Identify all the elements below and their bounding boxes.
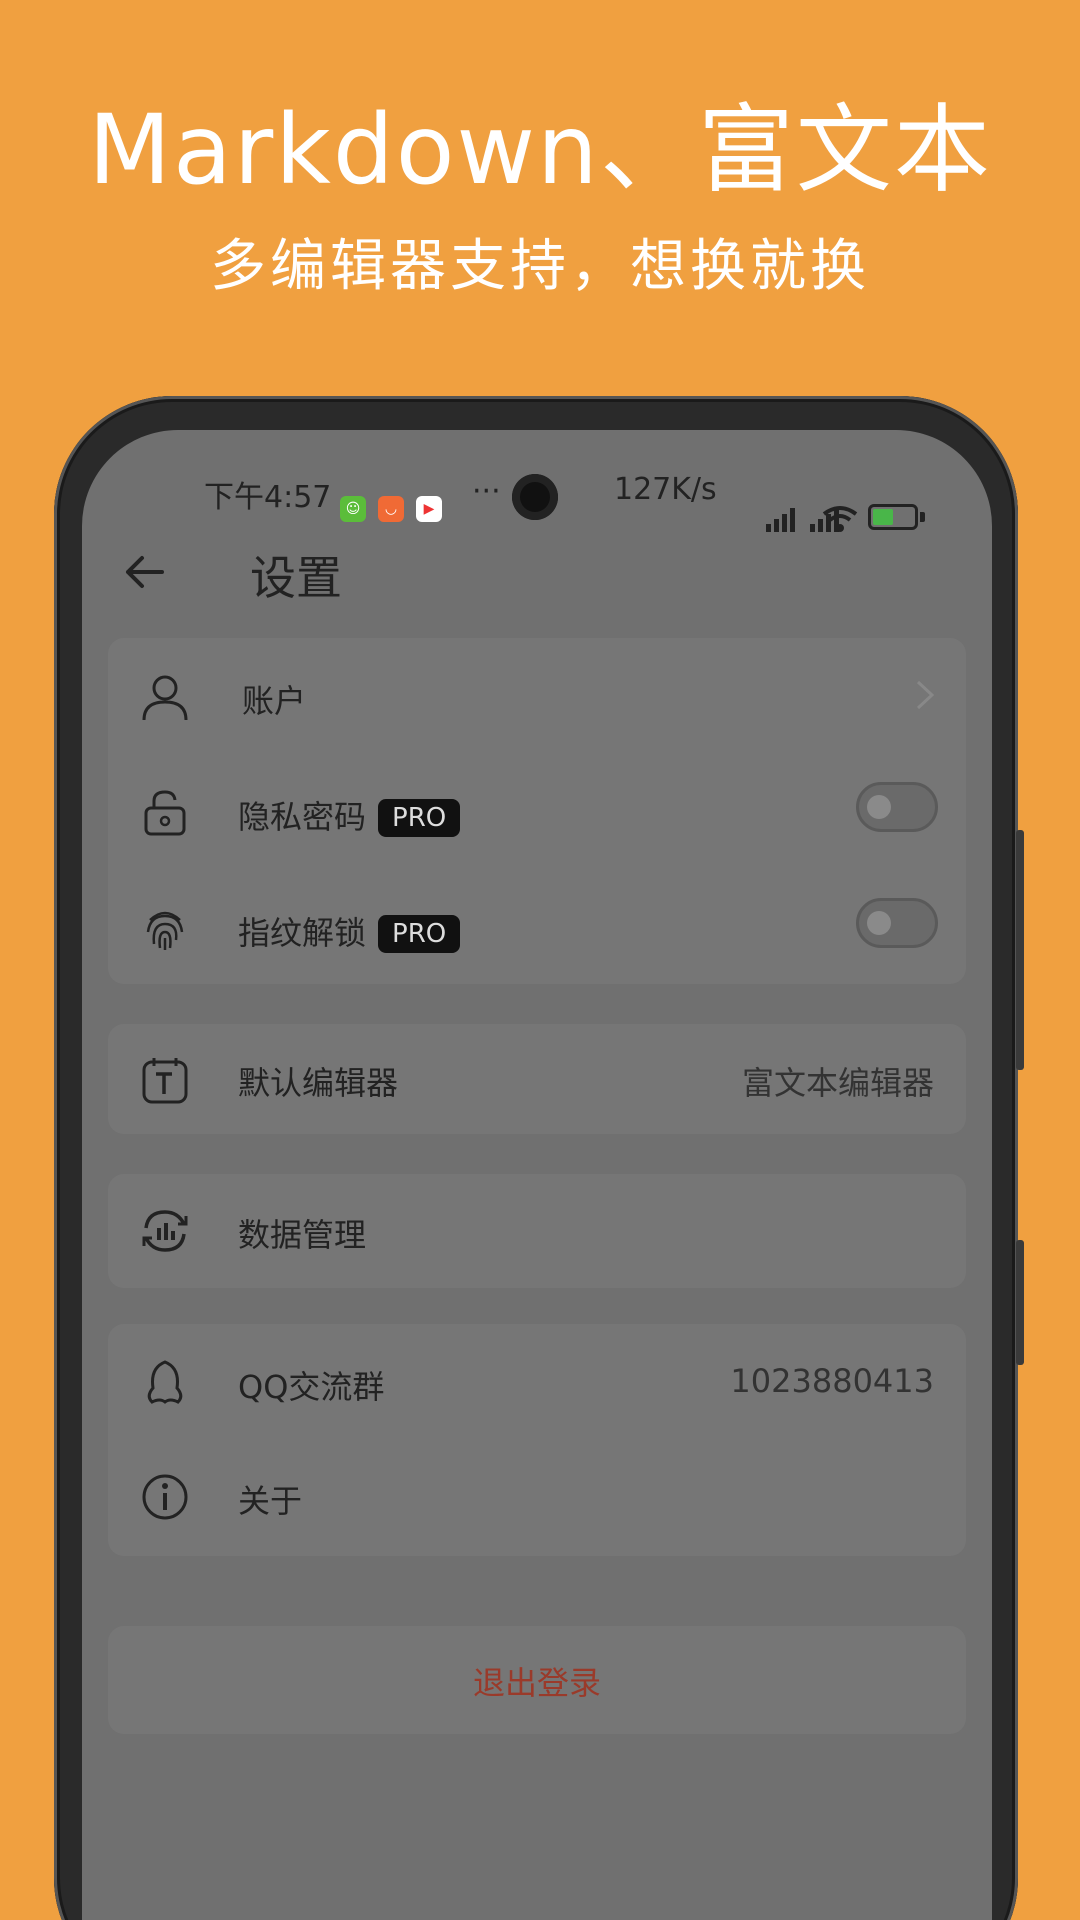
battery-icon <box>868 504 918 530</box>
status-more-icon: ··· <box>472 474 501 509</box>
battery-cap <box>920 512 925 522</box>
settings-row-default-editor[interactable]: 默认编辑器 富文本编辑器 <box>108 1028 966 1128</box>
settings-row-privacy-password: 隐私密码 PRO <box>108 762 966 862</box>
notification-app-icon: ☺ <box>340 496 366 522</box>
signal-icon-1 <box>766 508 795 532</box>
network-speed: 127K/s <box>614 472 717 507</box>
data-sync-icon <box>142 1210 188 1252</box>
promo-title: Markdown、富文本 <box>88 94 992 206</box>
settings-row-data-management[interactable]: 数据管理 <box>108 1180 966 1280</box>
chevron-right-icon <box>916 680 935 710</box>
back-arrow-icon[interactable] <box>122 550 166 594</box>
settings-row-about[interactable]: 关于 <box>108 1446 966 1546</box>
fingerprint-icon <box>146 911 184 950</box>
editor-card: 默认编辑器 富文本编辑器 <box>108 1024 966 1134</box>
qq-icon <box>147 1360 183 1404</box>
fingerprint-unlock-toggle[interactable] <box>856 898 938 948</box>
qq-group-value: 1023880413 <box>730 1362 934 1400</box>
notification-play-icon: ▶ <box>416 496 442 522</box>
privacy-password-toggle[interactable] <box>856 782 938 832</box>
wifi-icon-glyph <box>822 506 858 532</box>
pro-badge: PRO <box>378 915 461 953</box>
phone-power-button <box>1016 1240 1024 1365</box>
status-time: 下午4:57 <box>204 480 332 515</box>
text-editor-icon <box>142 1058 188 1104</box>
phone-volume-button <box>1016 830 1024 1070</box>
data-card: 数据管理 <box>108 1174 966 1288</box>
user-icon <box>142 675 188 721</box>
front-camera <box>512 474 558 520</box>
phone-screen: 下午4:57 ☺ ◡ ▶ ··· 127K/s 设置 账户 隐私密码 PRO 指… <box>82 430 992 1920</box>
security-card: 账户 隐私密码 PRO 指纹解锁 PRO <box>108 638 966 984</box>
default-editor-label: 默认编辑器 <box>238 1064 399 1102</box>
pro-badge: PRO <box>378 799 461 837</box>
community-card: QQ交流群 1023880413 关于 <box>108 1324 966 1556</box>
privacy-password-label: 隐私密码 PRO <box>238 792 461 838</box>
default-editor-value: 富文本编辑器 <box>741 1064 934 1102</box>
about-label: 关于 <box>238 1482 303 1520</box>
notification-store-icon: ◡ <box>378 496 404 522</box>
settings-row-account[interactable]: 账户 <box>108 646 966 746</box>
promo-subtitle: 多编辑器支持，想换就换 <box>210 234 870 299</box>
data-management-label: 数据管理 <box>238 1216 367 1254</box>
status-bar: 下午4:57 ☺ ◡ ▶ ··· 127K/s <box>82 460 992 532</box>
qq-group-label: QQ交流群 <box>238 1368 385 1406</box>
lock-icon <box>144 790 186 836</box>
page-title: 设置 <box>250 551 342 605</box>
settings-row-qq-group[interactable]: QQ交流群 1023880413 <box>108 1332 966 1432</box>
logout-label: 退出登录 <box>472 1664 601 1702</box>
info-icon <box>142 1474 188 1520</box>
fingerprint-unlock-label: 指纹解锁 PRO <box>238 908 461 954</box>
logout-button[interactable]: 退出登录 <box>108 1626 966 1734</box>
account-label: 账户 <box>242 682 307 720</box>
settings-row-fingerprint-unlock: 指纹解锁 PRO <box>108 878 966 978</box>
